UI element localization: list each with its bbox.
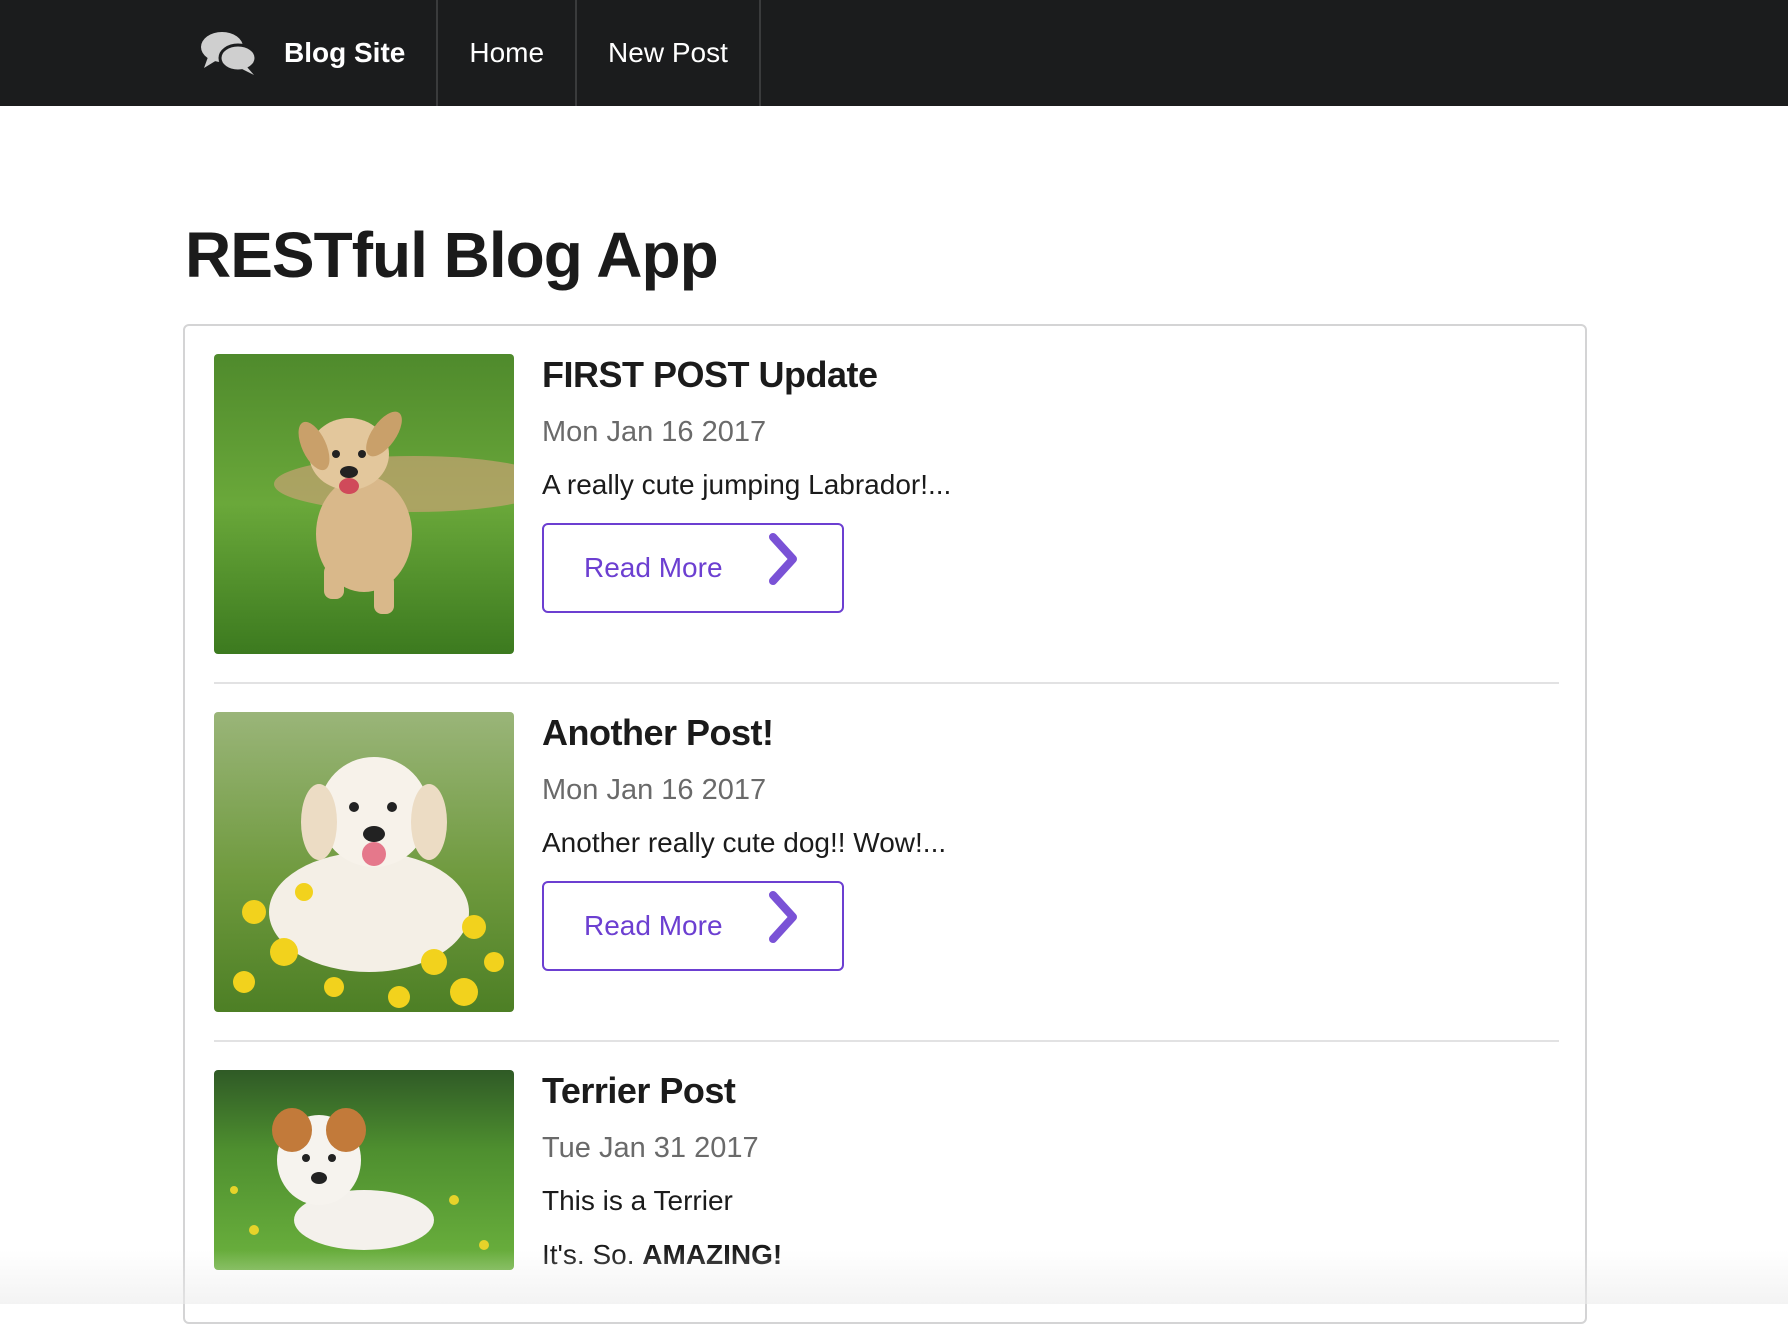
post-excerpt-extra: It's. So. AMAZING!: [542, 1239, 782, 1271]
read-more-label: Read More: [584, 910, 723, 941]
nav-home-link[interactable]: Home: [438, 0, 578, 106]
post-divider: [214, 682, 1559, 684]
post-excerpt-extra-text: It's. So.: [542, 1239, 643, 1270]
post-excerpt-emphasis: AMAZING!: [642, 1239, 783, 1270]
post-image: [214, 712, 514, 1012]
post-body: Terrier Post Tue Jan 31 2017 This is a T…: [542, 1070, 782, 1271]
post-title[interactable]: Terrier Post: [542, 1070, 782, 1112]
comments-icon: [200, 30, 258, 76]
post-image: [214, 1070, 514, 1270]
post-excerpt: A really cute jumping Labrador!...: [542, 469, 952, 500]
brand-link[interactable]: Blog Site: [185, 0, 439, 106]
post-date: Tue Jan 31 2017: [542, 1132, 759, 1164]
post-excerpt: Another really cute dog!! Wow!...: [542, 827, 947, 858]
post-image: [214, 354, 514, 654]
read-more-button[interactable]: Read More: [542, 881, 844, 971]
post-title[interactable]: FIRST POST Update: [542, 354, 951, 396]
post-body: FIRST POST Update Mon Jan 16 2017 A real…: [542, 354, 951, 613]
posts-card: FIRST POST Update Mon Jan 16 2017 A real…: [183, 324, 1587, 1324]
post-date: Mon Jan 16 2017: [542, 416, 767, 448]
post-excerpt: This is a Terrier: [542, 1185, 733, 1216]
post-divider: [214, 1040, 1559, 1042]
page-title: RESTful Blog App: [185, 219, 719, 291]
chevron-right-icon: [768, 891, 798, 950]
post-body: Another Post! Mon Jan 16 2017 Another re…: [542, 712, 946, 971]
brand-label: Blog Site: [284, 37, 406, 68]
chevron-right-icon: [768, 533, 798, 592]
top-navbar: Blog Site Home New Post: [0, 0, 1788, 106]
nav-new-post-link[interactable]: New Post: [577, 0, 761, 106]
post-date: Mon Jan 16 2017: [542, 774, 767, 806]
read-more-button[interactable]: Read More: [542, 523, 844, 613]
post-title[interactable]: Another Post!: [542, 712, 946, 754]
read-more-label: Read More: [584, 552, 723, 583]
